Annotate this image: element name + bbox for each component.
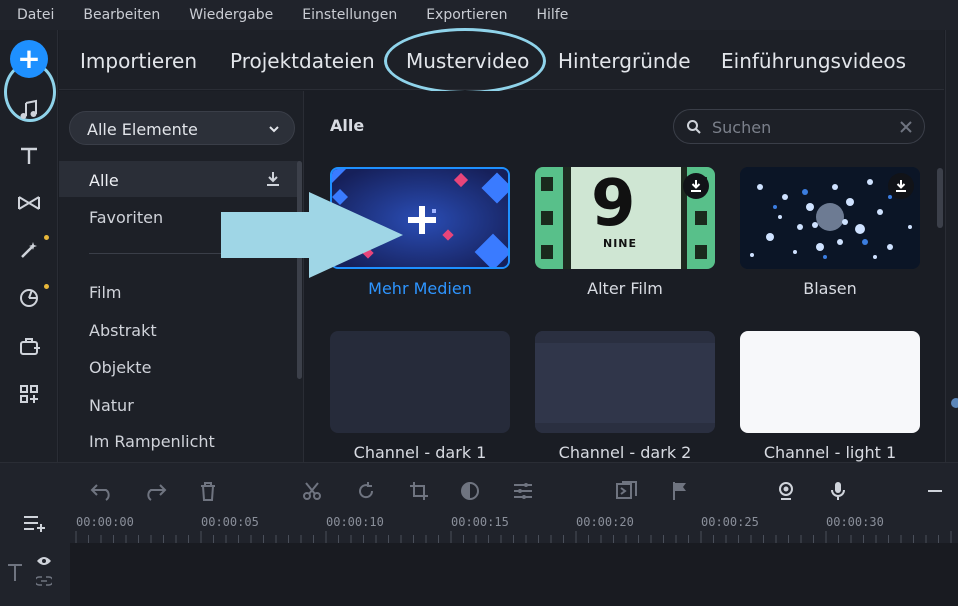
category-film[interactable]: Film (89, 283, 122, 302)
label-channel-dark-1[interactable]: Channel - dark 1 (330, 443, 510, 462)
transitions-icon[interactable] (0, 183, 58, 223)
thumb-alter-film[interactable]: 9 NINE (535, 167, 715, 269)
stock-icon[interactable] (0, 326, 58, 366)
rotate-icon[interactable] (352, 477, 380, 505)
download-icon (896, 180, 906, 192)
color-adjust-icon[interactable] (456, 477, 484, 505)
marker-flag-icon[interactable] (666, 477, 694, 505)
crop-icon[interactable] (405, 477, 433, 505)
undo-icon[interactable] (88, 477, 116, 505)
tab-projektdateien[interactable]: Projektdateien (230, 49, 375, 73)
film-number: 9 (591, 167, 636, 241)
menu-bar: Datei Bearbeiten Wiedergabe Einstellunge… (0, 0, 958, 30)
label-alter-film[interactable]: Alter Film (535, 279, 715, 298)
menu-wiedergabe[interactable]: Wiedergabe (189, 7, 273, 23)
visibility-eye-icon[interactable] (36, 555, 52, 567)
timecode: 00:00:10 (326, 515, 384, 529)
timeline-track[interactable] (70, 543, 958, 606)
timeline-ruler[interactable]: 00:00:00 00:00:05 00:00:10 00:00:15 00:0… (70, 507, 958, 543)
tab-hintergruende[interactable]: Hintergründe (558, 49, 691, 73)
category-natur[interactable]: Natur (89, 396, 134, 415)
tab-einfuehrungsvideos[interactable]: Einführungsvideos (721, 49, 906, 73)
resize-handle[interactable] (951, 398, 958, 408)
download-badge[interactable] (683, 173, 709, 199)
menu-exportieren[interactable]: Exportieren (426, 7, 507, 23)
stickers-icon[interactable] (0, 278, 58, 318)
stickers-badge (44, 284, 49, 289)
music-icon[interactable] (0, 90, 58, 130)
thumb-channel-dark-1[interactable] (330, 331, 510, 433)
redo-icon[interactable] (141, 477, 169, 505)
menu-hilfe[interactable]: Hilfe (536, 7, 568, 23)
search-input[interactable]: Suchen (673, 109, 925, 144)
label-channel-light-1[interactable]: Channel - light 1 (740, 443, 920, 462)
left-toolbar: + (0, 30, 58, 462)
label-blasen[interactable]: Blasen (740, 279, 920, 298)
category-favoriten[interactable]: Favoriten (89, 208, 163, 227)
add-media-icon[interactable]: + (10, 40, 48, 78)
filter-dropdown[interactable]: Alle Elemente (69, 111, 295, 145)
category-im-rampenlicht[interactable]: Im Rampenlicht (89, 432, 215, 451)
cut-icon[interactable] (298, 477, 326, 505)
filter-dropdown-label: Alle Elemente (87, 120, 198, 139)
thumb-channel-light-1[interactable] (740, 331, 920, 433)
menu-datei[interactable]: Datei (17, 7, 54, 23)
callout-arrow (221, 192, 403, 278)
thumb-channel-dark-2[interactable] (535, 331, 715, 433)
ruler-ticks (75, 531, 952, 543)
effects-icon[interactable] (0, 230, 58, 270)
thumb-blasen[interactable] (740, 167, 920, 269)
label-channel-dark-2[interactable]: Channel - dark 2 (535, 443, 715, 462)
export-frame-icon[interactable] (613, 477, 641, 505)
media-scrollbar[interactable] (937, 168, 943, 228)
download-badge[interactable] (888, 173, 914, 199)
tab-highlight-ring (384, 28, 546, 94)
more-tools-icon[interactable] (0, 374, 58, 414)
right-panel-edge (945, 30, 958, 462)
channel-dark-2-thumbnail (535, 331, 715, 433)
text-track-icon (8, 564, 22, 581)
download-icon (691, 180, 701, 192)
film-word: NINE (603, 237, 638, 250)
webcam-icon[interactable] (772, 477, 800, 505)
timecode: 00:00:00 (76, 515, 134, 529)
timecode: 00:00:30 (826, 515, 884, 529)
menu-bearbeiten[interactable]: Bearbeiten (83, 7, 160, 23)
tab-importieren[interactable]: Importieren (80, 49, 197, 73)
link-icon[interactable] (36, 575, 52, 587)
timecode: 00:00:20 (576, 515, 634, 529)
chevron-down-icon (269, 126, 279, 133)
timecode: 00:00:15 (451, 515, 509, 529)
microphone-icon[interactable] (824, 477, 852, 505)
track-header (0, 507, 70, 606)
category-alle[interactable]: Alle (89, 171, 119, 190)
search-icon (687, 120, 701, 134)
category-abstrakt[interactable]: Abstrakt (89, 321, 157, 340)
section-title: Alle (330, 116, 365, 135)
search-placeholder: Suchen (712, 118, 772, 137)
timecode: 00:00:25 (701, 515, 759, 529)
timecode: 00:00:05 (201, 515, 259, 529)
effects-badge (44, 235, 49, 240)
zoom-out-icon[interactable] (920, 477, 948, 505)
text-icon[interactable] (0, 136, 58, 176)
download-icon[interactable] (266, 171, 280, 187)
menu-einstellungen[interactable]: Einstellungen (302, 7, 397, 23)
category-objekte[interactable]: Objekte (89, 358, 151, 377)
delete-icon[interactable] (194, 477, 222, 505)
clear-icon[interactable] (900, 121, 912, 133)
settings-sliders-icon[interactable] (509, 477, 537, 505)
add-track-icon[interactable] (22, 513, 48, 533)
timeline-panel: 00:00:00 00:00:05 00:00:10 00:00:15 00:0… (0, 462, 958, 606)
label-mehr-medien[interactable]: Mehr Medien (330, 279, 510, 298)
